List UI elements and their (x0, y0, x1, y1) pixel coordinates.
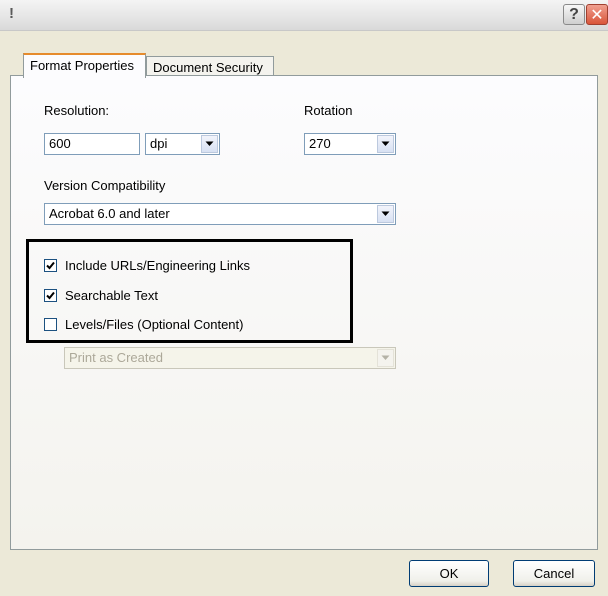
resolution-unit-dropdown[interactable]: dpi (145, 133, 220, 155)
chevron-down-icon[interactable] (377, 205, 394, 223)
dropdown-value: dpi (150, 136, 168, 151)
cancel-button[interactable]: Cancel (513, 560, 595, 587)
levels-files-checkbox[interactable] (44, 317, 57, 331)
dropdown-value: 270 (309, 136, 331, 151)
print-as-created-dropdown: Print as Created (64, 347, 396, 369)
include-urls-label: Include URLs/Engineering Links (65, 257, 250, 273)
resolution-input[interactable]: 600 (44, 133, 140, 155)
include-urls-checkbox-row[interactable]: Include URLs/Engineering Links (44, 256, 250, 274)
close-button[interactable]: ✕ (586, 4, 608, 25)
ok-button[interactable]: OK (409, 560, 489, 587)
tab-label: Document Security (153, 60, 263, 75)
help-button[interactable]: ? (563, 4, 585, 25)
dropdown-value: Acrobat 6.0 and later (49, 206, 170, 221)
chevron-down-icon (377, 349, 394, 367)
tab-format-properties[interactable]: Format Properties (23, 53, 146, 78)
rotation-dropdown[interactable]: 270 (304, 133, 396, 155)
window-title: ! (9, 5, 14, 22)
searchable-text-checkbox[interactable] (44, 288, 57, 302)
resolution-label: Resolution: (44, 103, 110, 118)
tab-label: Format Properties (30, 58, 135, 73)
searchable-text-label: Searchable Text (65, 287, 158, 303)
checkmark-icon (46, 291, 55, 299)
chevron-down-icon[interactable] (201, 135, 218, 153)
dialog-window: ! ? ✕ Format Properties Document Securit… (0, 0, 608, 596)
chevron-down-icon[interactable] (377, 135, 394, 153)
version-compatibility-label: Version Compatibility (44, 178, 166, 193)
include-urls-checkbox[interactable] (44, 258, 57, 272)
checkmark-icon (46, 261, 55, 269)
searchable-text-checkbox-row[interactable]: Searchable Text (44, 286, 158, 304)
close-icon: ✕ (590, 6, 604, 24)
dropdown-value: Print as Created (69, 350, 163, 365)
version-compatibility-dropdown[interactable]: Acrobat 6.0 and later (44, 203, 396, 225)
levels-files-label: Levels/Files (Optional Content) (65, 316, 244, 332)
rotation-label: Rotation (304, 103, 353, 118)
levels-files-checkbox-row[interactable]: Levels/Files (Optional Content) (44, 315, 243, 333)
help-icon: ? (569, 5, 579, 23)
title-bar: ! ? ✕ (0, 0, 608, 31)
